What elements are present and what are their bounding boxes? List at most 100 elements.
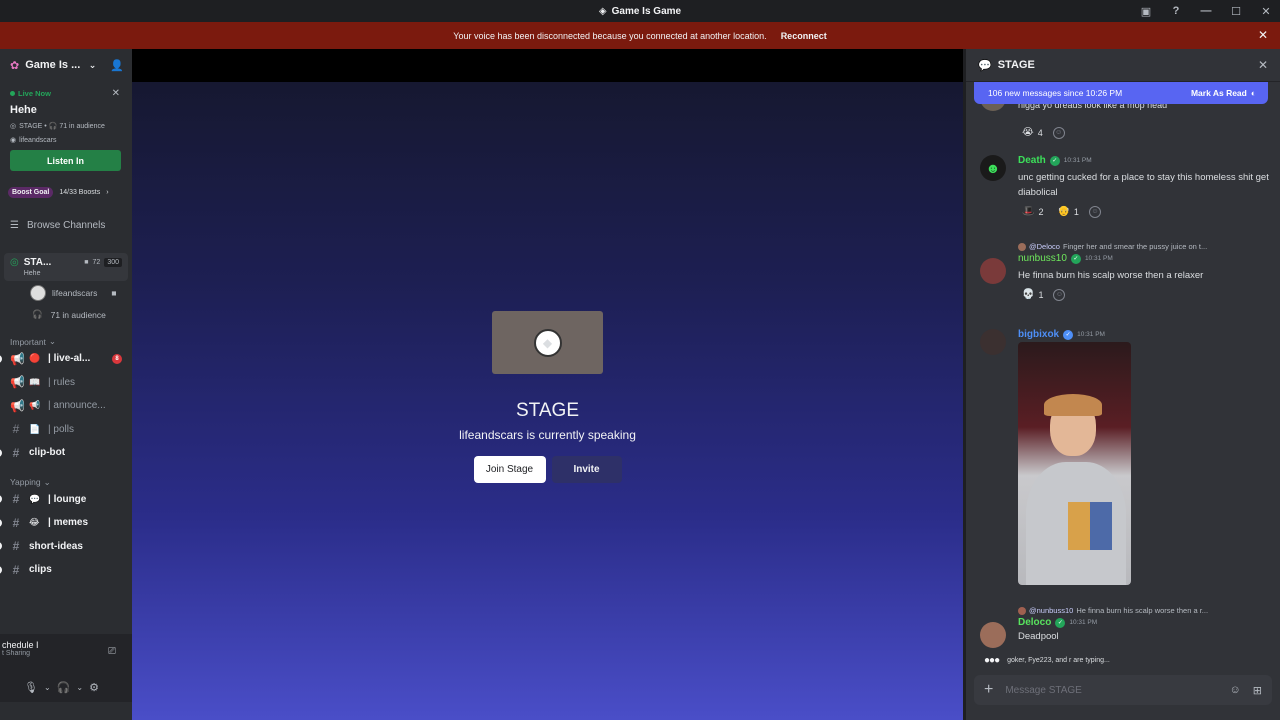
channel-item[interactable]: # clips [0,558,132,582]
audience-row[interactable]: 🎧 71 in audience [0,305,132,324]
add-reaction-icon[interactable]: ☺ [1052,126,1065,139]
typing-indicator: ●●● goker, Fye223, and r are typing... [984,655,1110,666]
user-panel: 🎙 ⌄ 🎧 ⌄ ⚙ [0,672,132,702]
window-title-group: ◈ Game Is Game [599,6,681,17]
announcement-icon: 📢 [10,351,25,366]
voice-user[interactable]: lifeandscars ■ [0,281,132,305]
timestamp: 10:31 PM [1077,331,1105,338]
author-name[interactable]: nunbuss10 [1018,253,1067,264]
chevron-down-icon[interactable]: ⌄ [44,683,51,692]
reaction[interactable]: 🎩 2 [1018,204,1047,219]
minimize-icon[interactable]: — [1198,3,1214,19]
stage-view: ◆ STAGE lifeandscars is currently speaki… [132,49,963,720]
mark-as-read-button[interactable]: Mark As Read ◐ [1191,88,1256,98]
reaction[interactable]: 😭 4 [1018,125,1047,140]
stage-channel[interactable]: ◎ STA... ■ 72 300 Hehe [4,253,128,281]
reaction[interactable]: 💀 1 [1018,287,1047,302]
stage-title: STAGE [516,400,579,421]
close-icon[interactable]: ✕ [112,88,120,99]
avatar [30,285,46,301]
screen-share-icon[interactable]: ⎚ [108,646,116,657]
apps-icon[interactable]: ⊞ [1253,684,1262,697]
invite-button[interactable]: Invite [551,456,622,483]
list-icon: ☰ [10,220,19,231]
image-attachment[interactable] [1018,342,1131,585]
close-icon[interactable]: ✕ [1258,58,1268,72]
live-meta-text: STAGE • 🎧 71 in audience [19,123,105,130]
channel-item[interactable]: 📢 🔴 | live-al... 8 [0,347,132,371]
channel-item[interactable]: # 📄 | polls [0,418,132,442]
reply-preview[interactable]: @Deloco Finger her and smear the pussy j… [1018,242,1270,251]
channel-label: clip-bot [29,447,66,459]
reply-preview[interactable]: @nunbuss10 He finna burn his scalp worse… [1018,606,1270,615]
stage-counts: ■ 72 300 [84,257,122,268]
close-window-icon[interactable]: ✕ [1258,3,1274,19]
avatar [980,622,1006,648]
live-host: ◉ lifeandscars [10,136,122,145]
channel-emoji-icon: 📖 [29,376,41,387]
channel-emoji-icon: 😂 [29,517,40,528]
channel-item[interactable]: # short-ideas [0,535,132,559]
message: @Deloco Finger her and smear the pussy j… [980,242,1270,302]
face-emoji-icon: 👴 [1057,206,1070,217]
help-icon[interactable]: ? [1168,3,1184,19]
voice-user-name: lifeandscars [52,288,98,298]
live-now-indicator: Live Now [10,89,122,98]
server-header[interactable]: ✿ Game Is ... ⌄ 👤 [0,49,132,81]
verified-icon: ✓ [1063,329,1074,340]
host-avatar: ◉ [10,137,17,144]
channel-item[interactable]: # 😂 | memes [0,511,132,535]
add-reaction-icon[interactable]: ☺ [1088,205,1101,218]
hash-icon: # [12,492,20,507]
chevron-down-icon[interactable]: ⌄ [76,683,83,692]
reactions: 😭 4 ☺ [1018,125,1065,140]
browse-channels[interactable]: ☰ Browse Channels [0,212,132,239]
stage-buttons: Join Stage Invite [473,456,622,483]
join-stage-button[interactable]: Join Stage [473,456,546,483]
channel-item[interactable]: 📢 📢 | announce... [0,394,132,418]
microphone-icon[interactable]: 🎙 [24,681,38,694]
gear-icon[interactable]: ⚙ [89,681,99,694]
channel-item[interactable]: 📢 📖 | rules [0,371,132,395]
stage-top-bar [132,49,963,82]
message-input[interactable] [1005,684,1218,696]
channel-emoji-icon: 📄 [29,423,41,434]
red-hat-emoji-icon: 🎩 [1022,206,1035,217]
maximize-icon[interactable]: ☐ [1228,3,1244,19]
camera-icon: ■ [84,259,89,266]
category-yapping[interactable]: Yapping ⌄ [0,477,132,488]
headphones-icon[interactable]: 🎧 [57,681,71,694]
reaction-count: 1 [1038,289,1044,300]
speaker-tile[interactable]: ◆ [492,311,603,374]
author-name[interactable]: bigbixok [1018,329,1059,340]
category-important[interactable]: Important ⌄ [0,336,132,347]
verified-icon: ✓ [1049,155,1060,166]
stage-center: ◆ STAGE lifeandscars is currently speaki… [132,311,963,483]
channel-item[interactable]: # 💬 | lounge [0,488,132,512]
listen-in-button[interactable]: Listen In [10,150,121,171]
emoji-icon[interactable]: ☺ [1230,684,1241,696]
live-stage-card: Live Now ✕ Hehe ◎ STAGE • 🎧 71 in audien… [4,85,128,177]
reconnect-button[interactable]: Reconnect [781,31,827,41]
new-messages-bar[interactable]: 106 new messages since 10:26 PM Mark As … [974,82,1268,104]
add-member-icon[interactable]: 👤 [110,59,124,72]
reaction[interactable]: 👴 1 [1053,204,1082,219]
channel-emoji-icon: 🔴 [29,353,41,364]
unread-indicator [0,495,2,504]
author-name[interactable]: Deloco [1018,617,1051,628]
hash-icon: # [12,445,20,460]
typing-dots-icon: ●●● [984,655,1000,666]
plus-icon[interactable]: + [984,681,993,699]
disconnect-banner: Your voice has been disconnected because… [0,22,1280,49]
reply-text: Finger her and smear the pussy juice on … [1062,242,1208,251]
mention-badge: 8 [112,353,122,364]
author-name[interactable]: Death [1018,155,1046,166]
chevron-down-icon: ⌄ [88,59,97,70]
server-name: Game Is ... [25,59,81,71]
channel-item[interactable]: # clip-bot [0,441,132,465]
boost-goal[interactable]: Boost Goal 14/33 Boosts › [8,187,124,198]
inbox-icon[interactable]: ▣ [1138,3,1154,19]
close-icon[interactable]: ✕ [1258,28,1268,42]
add-reaction-icon[interactable]: ☺ [1053,288,1066,301]
message: bigbixok ✓ 10:31 PM [980,329,1270,585]
